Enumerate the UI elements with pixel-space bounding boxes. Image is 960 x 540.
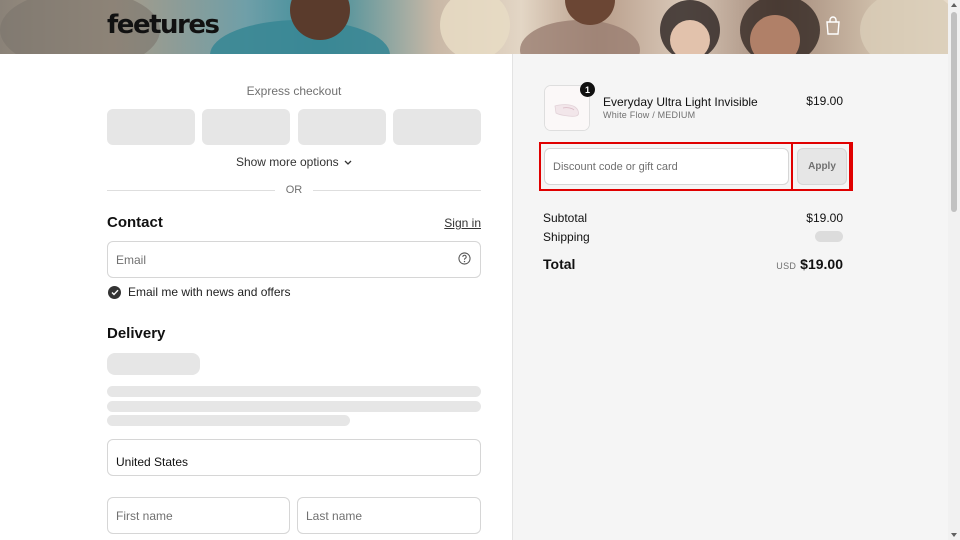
- last-name-field[interactable]: [297, 497, 481, 534]
- discount-field[interactable]: [544, 148, 789, 185]
- show-more-options-button[interactable]: Show more options: [107, 155, 481, 169]
- delivery-title: Delivery: [107, 325, 166, 342]
- apply-discount-button[interactable]: Apply: [797, 148, 847, 185]
- product-price: $19.00: [806, 94, 843, 108]
- express-pay-button-2[interactable]: [202, 109, 290, 145]
- newsletter-checkbox[interactable]: [108, 285, 121, 299]
- subtotal-value: $19.00: [806, 211, 843, 225]
- first-name-input[interactable]: [116, 508, 281, 523]
- total-value: $19.00: [800, 256, 843, 272]
- scrollbar-thumb[interactable]: [951, 12, 957, 212]
- checkmark-icon: [111, 289, 119, 296]
- first-name-field[interactable]: [107, 497, 290, 534]
- last-name-input[interactable]: [306, 508, 472, 523]
- shopping-bag-icon[interactable]: [824, 16, 842, 36]
- scroll-up-arrow-icon[interactable]: [951, 3, 957, 7]
- total-amount: USD $19.00: [753, 256, 843, 272]
- sign-in-link[interactable]: Sign in: [420, 216, 481, 230]
- contact-title: Contact: [107, 214, 163, 231]
- email-input[interactable]: [116, 252, 472, 267]
- help-circle-icon[interactable]: [458, 252, 471, 265]
- loading-skeleton-line-3: [107, 415, 350, 426]
- or-label: OR: [285, 184, 303, 196]
- order-summary: 1 Everyday Ultra Light Invisible White F…: [512, 54, 948, 540]
- total-currency: USD: [776, 261, 797, 271]
- brand-logo[interactable]: feetures: [107, 10, 220, 40]
- product-variant: White Flow / MEDIUM: [603, 110, 696, 120]
- express-checkout-title: Express checkout: [246, 84, 342, 98]
- shipping-label: Shipping: [543, 230, 590, 244]
- subtotal-label: Subtotal: [543, 211, 588, 225]
- quantity-badge: 1: [580, 82, 595, 97]
- or-divider: OR: [107, 184, 481, 196]
- show-more-label: Show more options: [235, 155, 339, 169]
- express-pay-button-3[interactable]: [298, 109, 386, 145]
- loading-skeleton-chip: [107, 353, 200, 375]
- newsletter-checkbox-row[interactable]: Email me with news and offers: [108, 285, 291, 299]
- discount-code-input[interactable]: [553, 160, 780, 173]
- express-pay-button-4[interactable]: [393, 109, 481, 145]
- page-scrollbar[interactable]: [948, 0, 960, 540]
- express-pay-button-1[interactable]: [107, 109, 195, 145]
- total-label: Total: [543, 256, 576, 272]
- header-banner: feetures: [0, 0, 948, 54]
- apply-highlight-box: Apply: [791, 142, 853, 191]
- country-value: United States: [116, 455, 189, 469]
- newsletter-label: Email me with news and offers: [128, 285, 291, 299]
- shipping-loading-skeleton: [815, 231, 843, 242]
- loading-skeleton-line-2: [107, 401, 481, 412]
- checkout-form: Express checkout Show more options OR Co…: [0, 54, 512, 540]
- country-select[interactable]: United States: [107, 439, 481, 476]
- product-name: Everyday Ultra Light Invisible: [603, 95, 758, 109]
- email-field[interactable]: [107, 241, 481, 278]
- chevron-down-icon: [344, 160, 352, 165]
- loading-skeleton-line-1: [107, 386, 481, 397]
- discount-highlight-box: Apply: [539, 142, 853, 191]
- scroll-down-arrow-icon[interactable]: [951, 533, 957, 537]
